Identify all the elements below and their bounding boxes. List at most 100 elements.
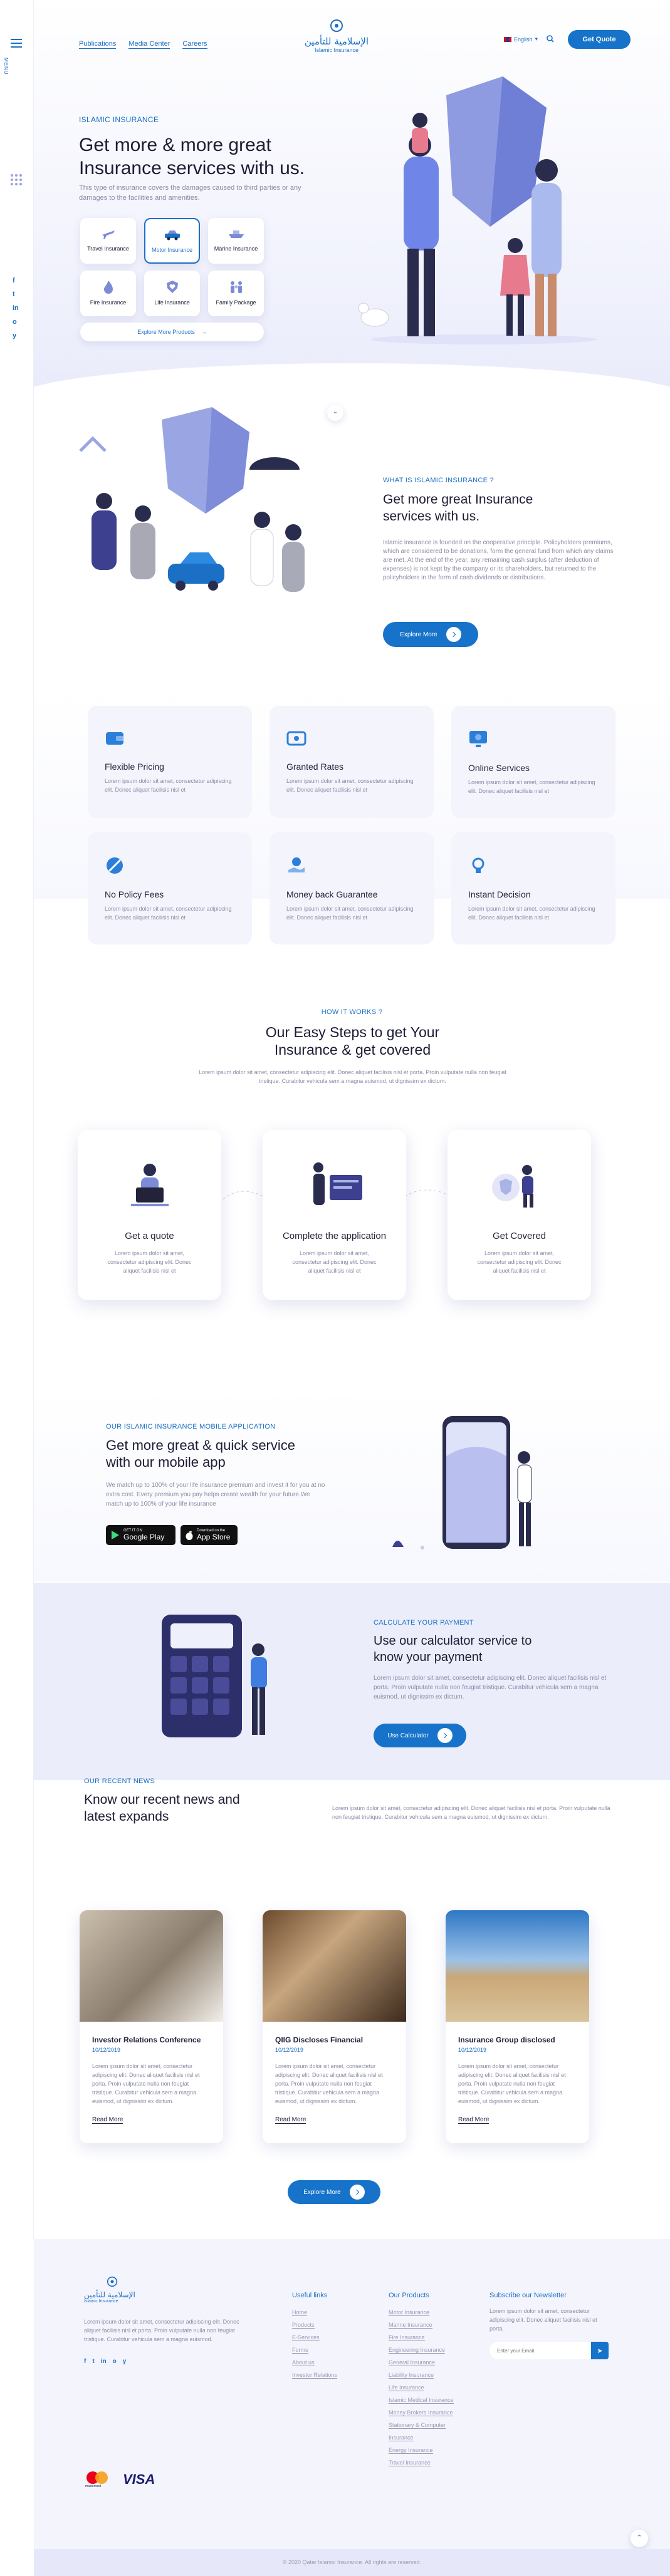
google-play-button[interactable]: GET IT ON Google Play — [106, 1525, 175, 1545]
app-title: Get more great & quick service with our … — [106, 1437, 296, 1470]
app-store-button[interactable]: Download on the App Store — [181, 1525, 238, 1545]
footer-link[interactable]: Energy Insurance — [389, 2447, 433, 2454]
copyright-bar: © 2020 Qatar Islamic Insurance. All righ… — [34, 2549, 670, 2576]
apple-icon — [186, 1531, 193, 1540]
feature-text: Lorem ipsum dolor sit amet, consectetur … — [105, 906, 232, 921]
footer-link[interactable]: Insurance — [389, 2434, 414, 2441]
flag-icon — [504, 36, 511, 42]
news-date: 10/12/2019 — [92, 2047, 121, 2053]
how-eyebrow: HOW IT WORKS ? — [321, 1008, 383, 1016]
step-title: Get Covered — [492, 1231, 547, 1241]
app-store-label: App Store — [197, 1533, 231, 1541]
about-description: Islamic insurance is founded on the coop… — [383, 539, 614, 581]
arrow-right-icon — [446, 627, 461, 642]
footer-link[interactable]: Investor Relations — [292, 2372, 338, 2379]
side-rail: MENU f t in o y — [0, 0, 34, 2239]
grid-dots-icon[interactable] — [11, 174, 22, 185]
twitter-icon[interactable]: t — [13, 291, 19, 298]
instagram-icon[interactable]: o — [113, 2358, 117, 2365]
mastercard-text: mastercard — [85, 2485, 102, 2488]
feature-card-pricing: Flexible Pricing Lorem ipsum dolor sit a… — [88, 706, 252, 818]
footer-link[interactable]: Liability Insurance — [389, 2372, 434, 2379]
calculator-title: Use our calculator service to know your … — [374, 1634, 532, 1664]
news-date: 10/12/2019 — [275, 2047, 304, 2053]
category-label: Life Insurance — [154, 299, 190, 306]
footer-link[interactable]: Marine Insurance — [389, 2322, 432, 2329]
send-icon: ➤ — [597, 2347, 603, 2355]
about-eyebrow: WHAT IS ISLAMIC INSURANCE ? — [383, 477, 494, 484]
footer-link[interactable]: Islamic Medical Insurance — [389, 2397, 454, 2404]
footer-link[interactable]: Home — [292, 2309, 308, 2316]
menu-icon[interactable] — [11, 39, 22, 50]
twitter-icon[interactable]: t — [92, 2358, 94, 2365]
footer-link[interactable]: Fire Insurance — [389, 2334, 425, 2341]
news-text: Lorem ipsum dolor sit amet, consectetur … — [92, 2063, 200, 2104]
linkedin-icon[interactable]: in — [13, 304, 19, 312]
about-explore-button[interactable]: Explore More — [383, 622, 478, 647]
fire-icon — [103, 281, 113, 294]
news-eyebrow: OUR RECENT NEWS — [84, 1777, 155, 1785]
arrow-right-icon — [437, 1728, 453, 1743]
category-travel[interactable]: Travel Insurance — [80, 218, 136, 264]
footer-logo-arabic: الإسلامية للتأمين — [84, 2290, 135, 2299]
news-explore-button[interactable]: Explore More — [288, 2180, 380, 2204]
feature-title: Instant Decision — [468, 889, 531, 899]
footer-link[interactable]: Forms — [292, 2347, 308, 2354]
email-input[interactable] — [489, 2342, 591, 2359]
footer-link[interactable]: Money Brokers Insurance — [389, 2409, 453, 2416]
footer-logo[interactable]: الإسلامية للتأمين Islamic Insurance — [84, 2276, 140, 2304]
back-to-top-button[interactable]: ⌃ — [631, 2530, 648, 2547]
get-quote-button[interactable]: Get Quote — [568, 30, 631, 49]
nav-careers[interactable]: Careers — [182, 40, 207, 49]
footer-link[interactable]: E-Services — [292, 2334, 320, 2341]
category-fire[interactable]: Fire Insurance — [80, 271, 136, 316]
facebook-icon[interactable]: f — [13, 277, 19, 284]
linkedin-icon[interactable]: in — [101, 2358, 107, 2365]
feature-title: Online Services — [468, 763, 530, 773]
youtube-icon[interactable]: y — [123, 2358, 127, 2365]
nav-media-center[interactable]: Media Center — [128, 40, 170, 49]
footer-social: f t in o y — [84, 2358, 126, 2365]
newsletter-title: Subscribe our Newsletter — [489, 2292, 567, 2299]
read-more-link[interactable]: Read More — [92, 2116, 123, 2124]
feature-title: Flexible Pricing — [105, 762, 164, 772]
footer-link[interactable]: Motor Insurance — [389, 2309, 430, 2316]
footer-link[interactable]: Life Insurance — [389, 2384, 424, 2391]
footer-link[interactable]: Stationary & Computer — [389, 2422, 446, 2429]
category-family[interactable]: Family Package — [208, 271, 264, 316]
footer-link[interactable]: Engineering Insurance — [389, 2347, 446, 2354]
search-icon[interactable] — [547, 35, 554, 43]
news-card[interactable]: Investor Relations Conference 10/12/2019… — [80, 1910, 223, 2143]
facebook-icon[interactable]: f — [84, 2358, 86, 2365]
news-card[interactable]: QIIG Discloses Financial 10/12/2019 Lore… — [263, 1910, 406, 2143]
language-selector[interactable]: English ▾ — [504, 36, 538, 43]
payment-logos: mastercard VISA — [85, 2470, 155, 2489]
feature-title: No Policy Fees — [105, 889, 164, 899]
news-card[interactable]: Insurance Group disclosed 10/12/2019 Lor… — [446, 1910, 589, 2143]
brand-logo[interactable]: الإسلامية للتأمين Islamic Insurance — [299, 19, 374, 53]
feature-card-money-back: Money back Guarantee Lorem ipsum dolor s… — [270, 832, 434, 944]
scroll-down-button[interactable]: ⌄ — [327, 405, 343, 421]
newsletter-form: ➤ — [489, 2342, 609, 2359]
read-more-link[interactable]: Read More — [275, 2116, 306, 2124]
read-more-link[interactable]: Read More — [458, 2116, 489, 2124]
footer: الإسلامية للتأمين Islamic Insurance Lore… — [34, 2239, 670, 2576]
footer-link[interactable]: About us — [292, 2359, 315, 2366]
category-life[interactable]: Life Insurance — [144, 271, 200, 316]
feature-text: Lorem ipsum dolor sit amet, consectetur … — [105, 778, 232, 793]
category-label: Family Package — [216, 299, 256, 306]
feature-card-rates: Granted Rates Lorem ipsum dolor sit amet… — [270, 706, 434, 818]
about-group-illustration — [79, 407, 305, 592]
use-calculator-button[interactable]: Use Calculator — [374, 1724, 466, 1747]
instagram-icon[interactable]: o — [13, 318, 19, 326]
footer-link[interactable]: Products — [292, 2322, 315, 2329]
explore-products-button[interactable]: Explore More Products → — [80, 323, 264, 341]
category-motor[interactable]: Motor Insurance — [144, 218, 200, 264]
subscribe-send-button[interactable]: ➤ — [591, 2342, 609, 2359]
category-marine[interactable]: Marine Insurance — [208, 218, 264, 264]
play-store-icon — [112, 1531, 119, 1539]
nav-publications[interactable]: Publications — [79, 40, 117, 49]
footer-link[interactable]: General Insurance — [389, 2359, 436, 2366]
youtube-icon[interactable]: y — [13, 332, 19, 339]
footer-link[interactable]: Travel Insurance — [389, 2460, 431, 2466]
